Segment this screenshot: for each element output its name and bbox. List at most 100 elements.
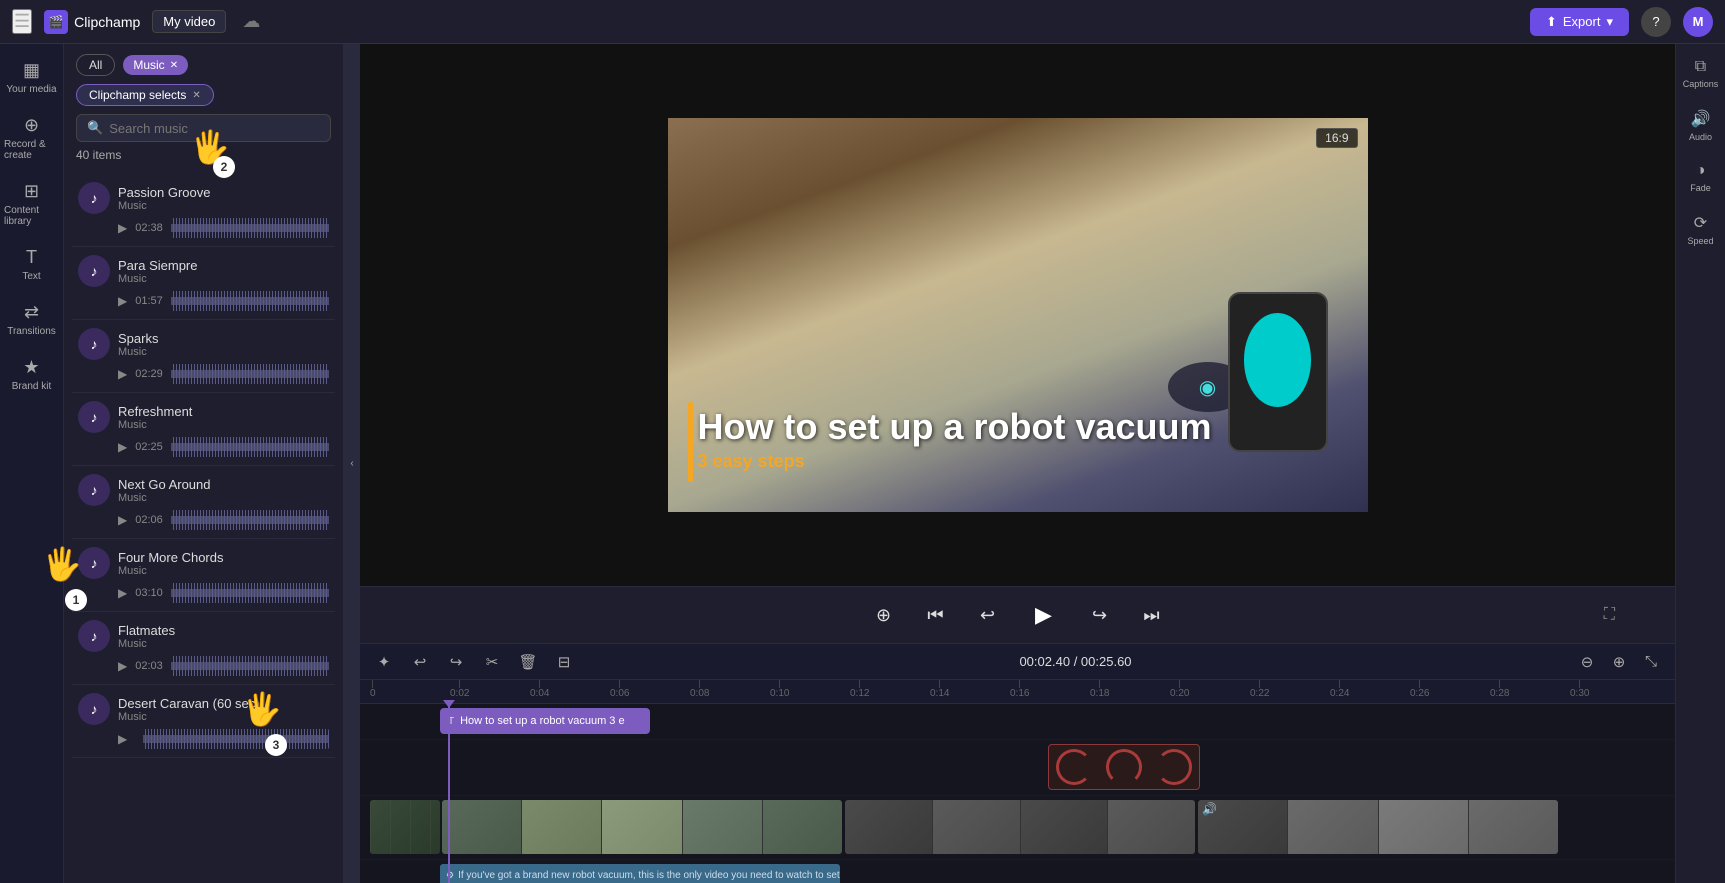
video-title-button[interactable]: My video — [152, 10, 226, 33]
text-clip[interactable]: T How to set up a robot vacuum 3 e — [440, 708, 650, 734]
ruler-mark: 0:06 — [610, 680, 629, 699]
video-clip-2[interactable] — [845, 800, 1195, 854]
speed-panel-button[interactable]: ⟳ Speed — [1676, 207, 1725, 252]
zoom-out-button[interactable]: ⊖ — [1573, 648, 1601, 676]
forward-5s-button[interactable]: ↪ — [1084, 599, 1116, 631]
user-avatar[interactable]: M — [1683, 7, 1713, 37]
waveform — [171, 656, 329, 676]
undo-button[interactable]: ↩ — [406, 648, 434, 676]
zoom-controls: ⊖ ⊕ ⤡ — [1573, 648, 1665, 676]
audio-label: Audio — [1689, 132, 1712, 142]
clipchamp-selects-close-icon[interactable]: ✕ — [192, 90, 200, 101]
sidebar-item-record-create[interactable]: ⊕ Record & create — [0, 107, 63, 169]
video-container: ◉ How to set up a robot vacuum 3 easy st… — [668, 118, 1368, 512]
ruler-mark: 0:04 — [530, 680, 549, 699]
left-sidebar: ▦ Your media ⊕ Record & create ⊞ Content… — [0, 44, 64, 883]
skip-forward-button[interactable]: ⏭ — [1136, 599, 1168, 631]
play-pause-button[interactable]: ▶ — [1024, 595, 1064, 635]
sidebar-item-label: Brand kit — [12, 381, 51, 392]
playhead[interactable] — [448, 704, 450, 883]
help-button[interactable]: ? — [1641, 7, 1671, 37]
hamburger-button[interactable]: ☰ — [12, 9, 32, 34]
filter-music-badge[interactable]: Music ✕ — [123, 55, 188, 75]
waveform — [171, 291, 329, 311]
play-preview-button[interactable]: ▶ — [118, 513, 127, 527]
music-name: Four More Chords — [118, 550, 329, 565]
captions-panel-button[interactable]: ⧉ Captions — [1676, 52, 1725, 95]
filter-all-button[interactable]: All — [76, 54, 115, 76]
play-preview-button[interactable]: ▶ — [118, 367, 127, 381]
current-time: 00:02.40 — [1019, 654, 1070, 669]
logo-icon: 🎬 — [44, 10, 68, 34]
music-info: Flatmates Music — [118, 623, 329, 650]
clipchamp-selects-badge[interactable]: Clipchamp selects ✕ — [76, 84, 214, 106]
delete-button[interactable]: 🗑 — [514, 648, 542, 676]
list-item[interactable]: ♪ Para Siempre Music + ▶ 01:57 — [72, 247, 335, 320]
overlay-track — [360, 740, 1675, 796]
video-clip-3[interactable] — [1198, 800, 1558, 854]
search-icon: 🔍 — [87, 120, 103, 136]
list-item[interactable]: ♪ Passion Groove Music + ▶ 02:38 — [72, 174, 335, 247]
sidebar-item-transitions[interactable]: ⇄ Transitions — [0, 294, 63, 345]
overlay-clip[interactable] — [1048, 744, 1200, 790]
playback-time: 00:02.40 / 00:25.60 — [1019, 654, 1131, 669]
your-media-icon: ▦ — [23, 60, 40, 81]
audio-panel-button[interactable]: 🔊 Audio — [1676, 103, 1725, 148]
playback-controls: ⊕ ⏮ ↩ ▶ ↪ ⏭ ⛶ — [360, 586, 1675, 643]
play-preview-button[interactable]: ▶ — [118, 659, 127, 673]
ruler-mark: 0:26 — [1410, 680, 1429, 699]
speed-icon: ⟳ — [1694, 213, 1707, 233]
ruler-mark: 0:18 — [1090, 680, 1109, 699]
music-info: Next Go Around Music — [118, 477, 329, 504]
captions-label: Captions — [1683, 79, 1719, 89]
ruler-mark: 0:08 — [690, 680, 709, 699]
timeline-ruler: 0 0:02 0:04 0:06 0:08 0:10 0:12 0:14 0:1… — [360, 680, 1675, 704]
topbar-right: ⬆ Export ▾ ? M — [1530, 7, 1713, 37]
record-create-icon: ⊕ — [24, 115, 39, 136]
video-clip-main[interactable] — [442, 800, 842, 854]
fade-panel-button[interactable]: ◑ Fade — [1676, 156, 1725, 199]
zoom-in-button[interactable]: ⊕ — [1605, 648, 1633, 676]
magnetic-snap-button[interactable]: ✦ — [370, 648, 398, 676]
search-input[interactable] — [109, 121, 320, 136]
text-icon: T — [26, 247, 37, 268]
fullscreen-button[interactable]: ⛶ — [1604, 606, 1615, 624]
media-panel: All Music ✕ Clipchamp selects ✕ 🔍 40 ite… — [64, 44, 344, 883]
sidebar-item-your-media[interactable]: ▦ Your media — [0, 52, 63, 103]
lock-button[interactable]: ⊟ — [550, 648, 578, 676]
music-category: Music — [118, 565, 329, 577]
ruler-mark: 0:16 — [1010, 680, 1029, 699]
play-preview-button[interactable]: ▶ — [118, 732, 127, 746]
play-preview-button[interactable]: ▶ — [118, 221, 127, 235]
aspect-ratio-badge[interactable]: 16:9 — [1316, 128, 1357, 148]
cut-button[interactable]: ✂ — [478, 648, 506, 676]
play-preview-button[interactable]: ▶ — [118, 440, 127, 454]
caption-clip[interactable]: ⚙ If you've got a brand new robot vacuum… — [440, 864, 840, 883]
filter-music-label: Music — [133, 58, 164, 72]
list-item[interactable]: ♪ Sparks Music + ▶ 02:29 — [72, 320, 335, 393]
fit-timeline-button[interactable]: ⤡ — [1637, 648, 1665, 676]
play-preview-button[interactable]: ▶ — [118, 294, 127, 308]
filter-music-close-icon[interactable]: ✕ — [170, 60, 178, 71]
play-preview-button[interactable]: ▶ — [118, 586, 127, 600]
list-item[interactable]: ♪ Four More Chords Music + ▶ 03:10 — [72, 539, 335, 612]
redo-button[interactable]: ↪ — [442, 648, 470, 676]
rewind-5s-button[interactable]: ↩ — [972, 599, 1004, 631]
music-category: Music — [118, 200, 329, 212]
add-to-timeline-button[interactable]: ⊕ — [868, 599, 900, 631]
list-item[interactable]: ♪ Desert Caravan (60 sec) Music + ▶ — [72, 685, 335, 758]
export-button[interactable]: ⬆ Export ▾ — [1530, 8, 1629, 36]
list-item[interactable]: ♪ Refreshment Music + ▶ 02:25 — [72, 393, 335, 466]
list-item[interactable]: ♪ Next Go Around Music + ▶ 02:06 — [72, 466, 335, 539]
sidebar-item-content-library[interactable]: ⊞ Content library — [0, 173, 63, 235]
video-clip[interactable] — [370, 800, 440, 854]
timeline-content: 0 0:02 0:04 0:06 0:08 0:10 0:12 0:14 0:1… — [360, 680, 1675, 883]
total-time: 00:25.60 — [1081, 654, 1132, 669]
waveform — [171, 583, 329, 603]
sidebar-item-brand-kit[interactable]: ★ Brand kit — [0, 349, 63, 400]
skip-back-button[interactable]: ⏮ — [920, 599, 952, 631]
collapse-panel-button[interactable]: ‹ — [344, 44, 360, 883]
video-overlay-text: How to set up a robot vacuum 3 easy step… — [698, 407, 1212, 472]
sidebar-item-text[interactable]: T Text — [0, 239, 63, 290]
list-item[interactable]: ♪ Flatmates Music + ▶ 02:03 — [72, 612, 335, 685]
